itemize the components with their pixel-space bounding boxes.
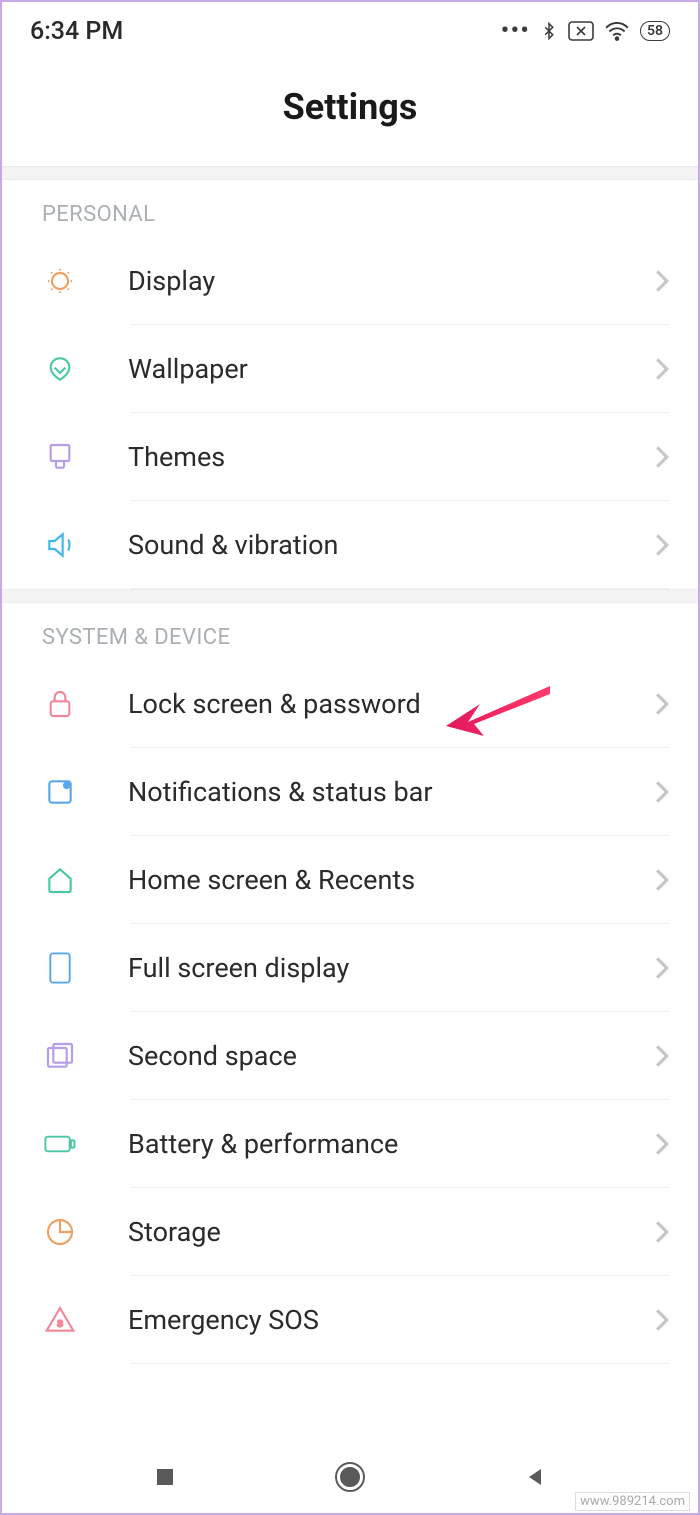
sos-icon: S	[42, 1302, 78, 1338]
themes-icon	[42, 439, 78, 475]
page-header: Settings	[2, 56, 698, 166]
watermark: www.989214.com	[575, 1492, 690, 1511]
item-label: Themes	[128, 441, 654, 473]
nav-back-button[interactable]	[517, 1459, 553, 1495]
settings-item-lock[interactable]: Lock screen & password	[2, 660, 698, 748]
battery-level: 58	[640, 21, 670, 41]
nav-home-button[interactable]	[332, 1459, 368, 1495]
settings-list-personal: Display Wallpaper Themes Sound & vibrati…	[2, 237, 698, 589]
chevron-right-icon	[654, 1131, 670, 1157]
chevron-right-icon	[654, 779, 670, 805]
notifications-icon	[42, 774, 78, 810]
settings-item-themes[interactable]: Themes	[2, 413, 698, 501]
item-label: Lock screen & password	[128, 688, 654, 720]
item-label: Emergency SOS	[128, 1304, 654, 1336]
more-dots-icon: •••	[501, 26, 530, 36]
svg-text:S: S	[57, 1320, 62, 1329]
section-divider	[2, 166, 698, 180]
settings-item-wallpaper[interactable]: Wallpaper	[2, 325, 698, 413]
section-divider	[2, 589, 698, 603]
section-header-personal: PERSONAL	[2, 180, 698, 237]
item-label: Storage	[128, 1216, 654, 1248]
lock-icon	[42, 686, 78, 722]
settings-item-home[interactable]: Home screen & Recents	[2, 836, 698, 924]
settings-item-notifications[interactable]: Notifications & status bar	[2, 748, 698, 836]
chevron-right-icon	[654, 1307, 670, 1333]
settings-item-battery[interactable]: Battery & performance	[2, 1100, 698, 1188]
item-label: Sound & vibration	[128, 529, 654, 561]
item-label: Battery & performance	[128, 1128, 654, 1160]
chevron-right-icon	[654, 1043, 670, 1069]
chevron-right-icon	[654, 1219, 670, 1245]
page-title: Settings	[2, 86, 698, 128]
item-label: Second space	[128, 1040, 654, 1072]
section-header-system: SYSTEM & DEVICE	[2, 603, 698, 660]
battery-icon	[42, 1126, 78, 1162]
home-icon	[42, 862, 78, 898]
storage-icon	[42, 1214, 78, 1250]
status-bar: 6:34 PM ••• 58	[2, 2, 698, 56]
settings-item-secondspace[interactable]: Second space	[2, 1012, 698, 1100]
status-icons-group: ••• 58	[501, 19, 670, 43]
chevron-right-icon	[654, 955, 670, 981]
settings-item-sos[interactable]: S Emergency SOS	[2, 1276, 698, 1364]
display-icon	[42, 263, 78, 299]
nav-recents-button[interactable]	[147, 1459, 183, 1495]
wallpaper-icon	[42, 351, 78, 387]
wifi-icon	[604, 21, 630, 41]
sound-icon	[42, 527, 78, 563]
settings-item-sound[interactable]: Sound & vibration	[2, 501, 698, 589]
item-label: Notifications & status bar	[128, 776, 654, 808]
status-time: 6:34 PM	[30, 17, 123, 46]
bluetooth-icon	[540, 19, 558, 43]
settings-item-storage[interactable]: Storage	[2, 1188, 698, 1276]
chevron-right-icon	[654, 691, 670, 717]
settings-item-display[interactable]: Display	[2, 237, 698, 325]
item-label: Display	[128, 265, 654, 297]
item-label: Home screen & Recents	[128, 864, 654, 896]
chevron-right-icon	[654, 867, 670, 893]
settings-item-fullscreen[interactable]: Full screen display	[2, 924, 698, 1012]
chevron-right-icon	[654, 356, 670, 382]
no-sim-icon	[568, 21, 594, 41]
item-label: Wallpaper	[128, 353, 654, 385]
chevron-right-icon	[654, 444, 670, 470]
item-label: Full screen display	[128, 952, 654, 984]
fullscreen-icon	[42, 950, 78, 986]
chevron-right-icon	[654, 532, 670, 558]
chevron-right-icon	[654, 268, 670, 294]
settings-list-system: Lock screen & password Notifications & s…	[2, 660, 698, 1364]
secondspace-icon	[42, 1038, 78, 1074]
